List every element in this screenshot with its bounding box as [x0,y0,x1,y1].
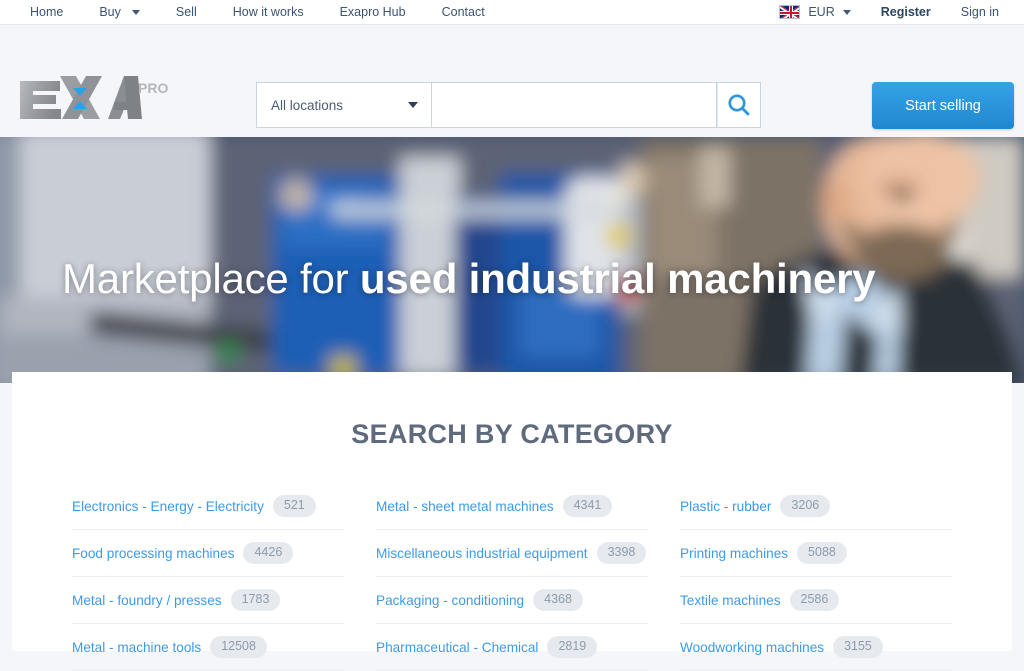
category-name: Metal - foundry / presses [72,592,222,608]
category-item[interactable]: Metal - machine tools 12508 [72,624,344,671]
category-item[interactable]: Woodworking machines 3155 [680,624,952,671]
category-count-badge: 4426 [243,542,294,564]
signin-label: Sign in [960,5,999,19]
hero-headline-normal: Marketplace for [62,255,360,302]
register-label: Register [880,5,931,19]
logo-pro-text: PRO [138,80,168,96]
category-count-badge: 4341 [562,495,613,517]
category-count-badge: 3206 [780,495,831,517]
chevron-down-icon [131,9,140,15]
nav-item-contact[interactable]: Contact [424,0,503,24]
category-item[interactable]: Printing machines 5088 [680,530,952,577]
nav-label: Exapro Hub [339,5,406,19]
nav-label: Sell [175,5,197,19]
register-link[interactable]: Register [866,5,946,19]
category-item[interactable]: Packaging - conditioning 4368 [376,577,648,624]
nav-label: Contact [441,5,485,19]
category-count-badge: 4368 [533,589,583,611]
category-column-3: Plastic - rubber 3206 Printing machines … [680,483,952,671]
top-right-actions: EUR Register Sign in [764,5,1014,19]
category-item[interactable]: Plastic - rubber 3206 [680,483,952,530]
category-count-badge: 2586 [789,589,840,611]
primary-nav: Home Buy Sell How it works Exapro Hub Co… [12,0,503,24]
category-count-badge: 5088 [797,542,847,564]
nav-item-home[interactable]: Home [12,0,81,24]
page-title: SEARCH BY CATEGORY [351,419,673,449]
search-button[interactable] [717,82,761,128]
category-item[interactable]: Pharmaceutical - Chemical 2819 [376,624,648,671]
category-name: Miscellaneous industrial equipment [376,545,588,561]
category-name: Metal - machine tools [72,639,202,655]
category-item[interactable]: Textile machines 2586 [680,577,952,624]
exapro-logo[interactable]: PRO [16,69,176,129]
category-name: Electronics - Energy - Electricity [72,498,264,514]
search-icon [728,94,750,116]
currency-label: EUR [808,5,835,19]
category-count-badge: 2819 [547,636,598,658]
hero-headline-bold: used industrial machinery [359,255,876,302]
top-navigation-bar: Home Buy Sell How it works Exapro Hub Co… [0,0,1024,25]
nav-item-sell[interactable]: Sell [158,0,215,24]
start-selling-button[interactable]: Start selling [872,82,1014,129]
category-name: Woodworking machines [680,639,825,655]
hero-banner: Marketplace for used industrial machiner… [0,137,1024,383]
category-count-badge: 12508 [210,636,267,658]
location-select[interactable]: All locations [256,82,432,128]
category-item[interactable]: Metal - sheet metal machines 4341 [376,483,648,530]
search-input[interactable] [432,82,717,128]
category-count-badge: 3155 [833,636,883,658]
category-count-badge: 1783 [230,589,281,611]
category-name: Metal - sheet metal machines [376,498,554,514]
content-panel: SEARCH BY CATEGORY Electronics - Energy … [12,372,1012,671]
currency-selector[interactable]: EUR [764,5,865,19]
category-item[interactable]: Food processing machines 4426 [72,530,344,577]
category-item[interactable]: Miscellaneous industrial equipment 3398 [376,530,648,577]
chevron-down-icon [408,102,418,108]
nav-label: Buy [99,5,121,19]
category-name: Food processing machines [72,545,235,561]
signin-link[interactable]: Sign in [946,5,1014,19]
uk-flag-icon [779,5,801,19]
category-column-1: Electronics - Energy - Electricity 521 F… [72,483,344,671]
category-name: Printing machines [680,545,789,561]
nav-item-exapro-hub[interactable]: Exapro Hub [322,0,424,24]
category-item[interactable]: Electronics - Energy - Electricity 521 [72,483,344,530]
category-name: Textile machines [680,592,781,608]
chevron-down-icon [842,9,851,15]
category-count-badge: 521 [272,495,316,517]
nav-label: How it works [232,5,304,19]
category-count-badge: 3398 [596,542,647,564]
nav-item-buy[interactable]: Buy [81,0,158,24]
category-column-2: Metal - sheet metal machines 4341 Miscel… [376,483,648,671]
category-name: Pharmaceutical - Chemical [376,639,539,655]
nav-item-how-it-works[interactable]: How it works [215,0,322,24]
category-grid: Electronics - Energy - Electricity 521 F… [12,450,1012,671]
category-name: Packaging - conditioning [376,592,525,608]
hero-headline: Marketplace for used industrial machiner… [62,255,876,303]
location-select-value: All locations [271,97,344,113]
site-header: PRO All locations Start selling [0,25,1024,137]
search-bar: All locations [256,82,761,128]
category-item[interactable]: Metal - foundry / presses 1783 [72,577,344,624]
nav-label: Home [30,5,64,19]
category-name: Plastic - rubber [680,498,772,514]
